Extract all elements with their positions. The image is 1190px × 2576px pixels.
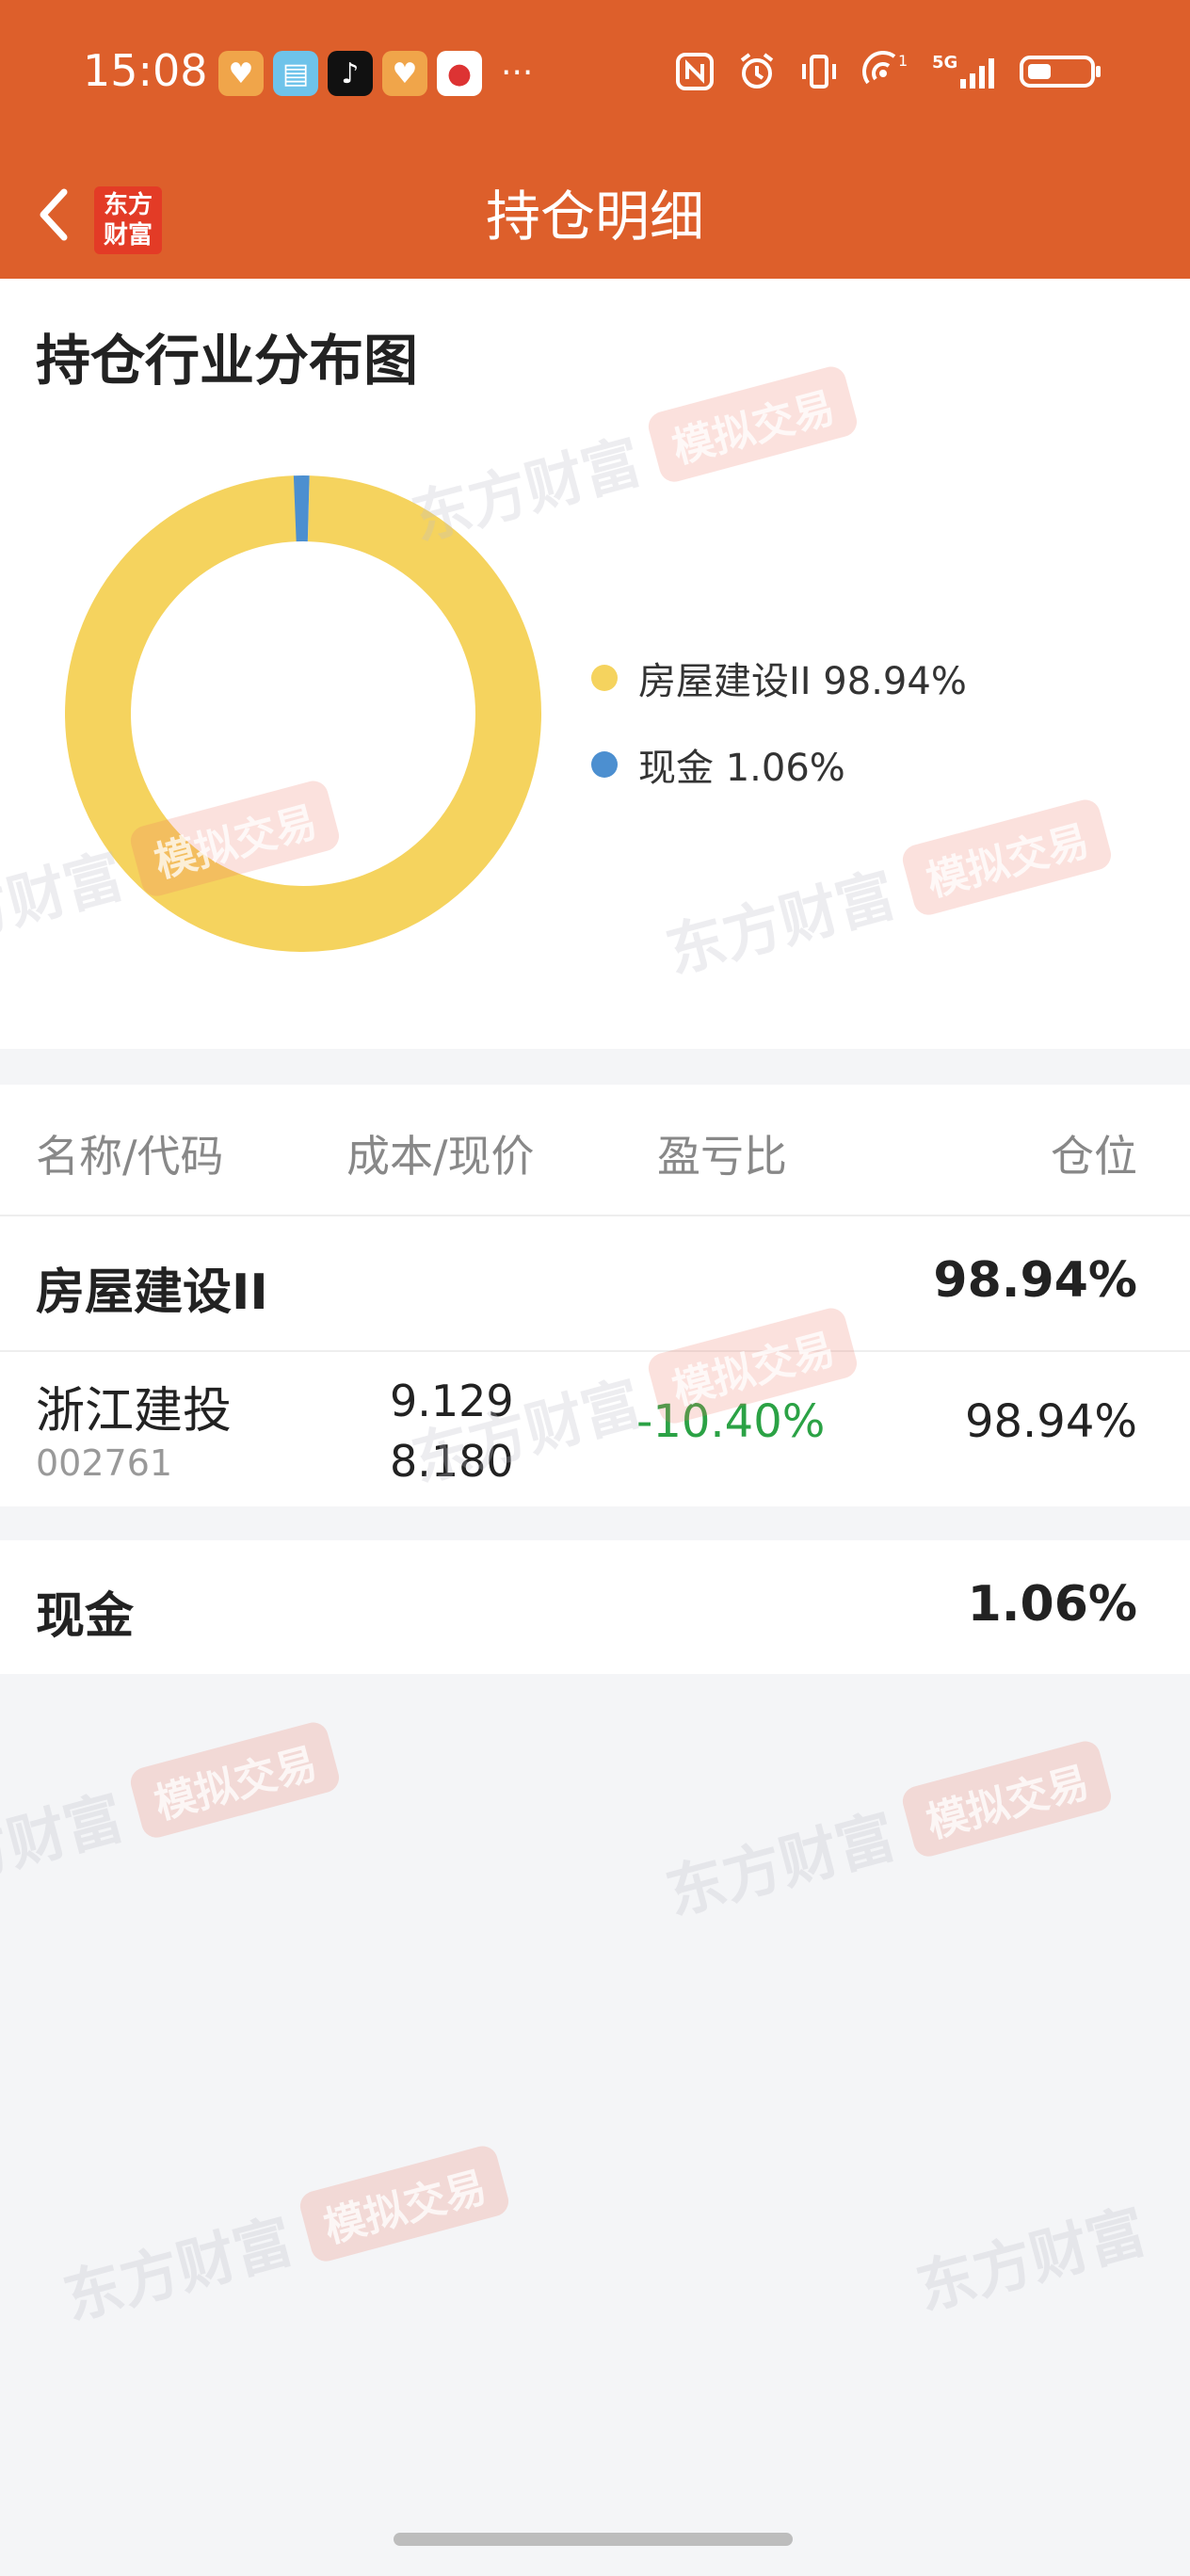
cash-name: 现金 (36, 1588, 135, 1645)
cash-row[interactable]: 现金 1.06% (0, 1540, 1190, 1674)
nav-bar: 东方 财富 持仓明细 (0, 160, 1190, 273)
watermark: 东方财富 模拟交易 (0, 1713, 344, 1912)
position-percent: 98.94% (964, 1395, 1137, 1448)
heart-app-icon: ♥ (382, 51, 427, 96)
system-icons: 1 5G (674, 51, 1103, 92)
tiktok-icon: ♪ (328, 51, 373, 96)
industry-distribution-card: 持仓行业分布图 房屋建设II 98.94% 现金 1.06% (0, 279, 1190, 1049)
header-name-code: 名称/代码 (36, 1131, 224, 1182)
cost-price-cell: 9.129 8.180 (390, 1371, 514, 1491)
stock-row[interactable]: 浙江建投 002761 9.129 8.180 -10.40% 98.94% (0, 1350, 1190, 1506)
svg-text:5G: 5G (932, 53, 957, 72)
group-name: 房屋建设II (36, 1264, 268, 1321)
book-app-icon: ▤ (273, 51, 318, 96)
page-title: 持仓明细 (485, 185, 704, 249)
legend-item-cash: 现金 1.06% (591, 721, 967, 808)
header-pl-ratio: 盈亏比 (657, 1131, 787, 1182)
chart-legend: 房屋建设II 98.94% 现金 1.06% (591, 635, 967, 808)
heart-app-icon: ♥ (218, 51, 264, 96)
legend-label: 现金 1.06% (638, 747, 845, 790)
table-header: 名称/代码 成本/现价 盈亏比 仓位 (0, 1085, 1190, 1216)
cost-value: 9.129 (390, 1376, 514, 1426)
signal-5g-icon: 5G (932, 53, 994, 89)
pl-ratio: -10.40% (636, 1395, 826, 1448)
more-notifications-icon: ··· (501, 54, 534, 92)
industry-group-row[interactable]: 房屋建设II 98.94% (0, 1216, 1190, 1350)
current-price: 8.180 (390, 1436, 514, 1487)
stock-name: 浙江建投 (36, 1383, 233, 1440)
status-bar: 15:08 ♥ ▤ ♪ ♥ ● ··· 1 5G (0, 38, 1190, 113)
notification-icons: ♥ ▤ ♪ ♥ ● ··· (218, 51, 533, 96)
nfc-icon (676, 53, 714, 90)
header-position: 仓位 (1051, 1131, 1137, 1182)
donut-chart (64, 475, 541, 952)
status-time: 15:08 (83, 45, 208, 96)
donut-slice-housing (64, 475, 541, 952)
legend-label: 房屋建设II 98.94% (638, 660, 967, 703)
header-cost-price: 成本/现价 (346, 1131, 535, 1182)
stock-code: 002761 (36, 1442, 173, 1484)
hotspot-icon: 1 (862, 51, 908, 85)
watermark: 东方财富 模拟交易 (656, 1731, 1117, 1931)
cash-percent: 1.06% (967, 1576, 1137, 1633)
home-indicator[interactable] (394, 2533, 793, 2546)
watermark: 东方财富 模拟交易 (54, 2136, 514, 2336)
legend-dot-yellow (591, 665, 618, 691)
vibrate-icon (802, 55, 836, 89)
news-app-icon: ● (437, 51, 482, 96)
svg-text:1: 1 (898, 52, 908, 70)
legend-item-housing: 房屋建设II 98.94% (591, 635, 967, 721)
chart-title: 持仓行业分布图 (36, 329, 419, 393)
battery-icon (1020, 56, 1101, 88)
watermark: 东方财富 (909, 2196, 1153, 2324)
group-percent: 98.94% (933, 1252, 1137, 1309)
app-header: 15:08 ♥ ▤ ♪ ♥ ● ··· 1 5G 东方 财富 持仓明细 (0, 0, 1190, 279)
legend-dot-blue (591, 751, 618, 778)
alarm-icon (740, 53, 774, 89)
